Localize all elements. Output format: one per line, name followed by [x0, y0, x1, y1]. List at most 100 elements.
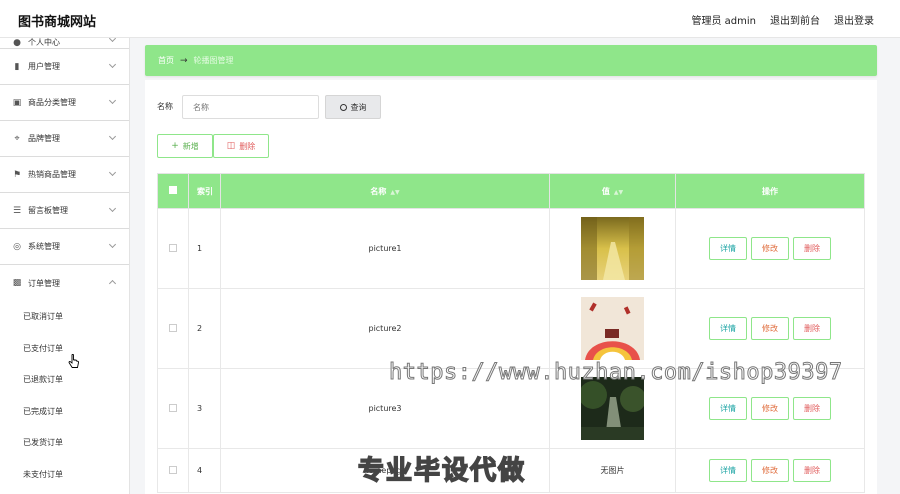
site-title: 图书商城网站	[18, 15, 97, 30]
row-select-cell	[157, 208, 189, 289]
detail-button[interactable]: 详情	[709, 237, 747, 260]
row-select-cell	[157, 368, 189, 449]
row-ops: 详情 修改 删除	[675, 288, 865, 369]
sidebar-item-guestbook[interactable]: ☰ 留言板管理	[0, 193, 129, 229]
chevron-down-icon	[108, 204, 117, 213]
picture-thumbnail[interactable]	[581, 377, 644, 440]
header-name[interactable]: 名称 ▲▼	[220, 173, 550, 209]
edit-button[interactable]: 修改	[751, 237, 789, 260]
sidebar-item-profile[interactable]: ● 个人中心	[0, 38, 129, 49]
search-button[interactable]: 查询	[325, 95, 381, 119]
watermark-url: https://www.huzhan.com/ishop39397	[389, 360, 843, 386]
table-header-row: 索引 名称 ▲▼ 值 ▲▼ 操作	[157, 173, 865, 209]
sidebar-item-label: 留言板管理	[28, 206, 68, 215]
breadcrumb: 首页 → 轮播图管理	[145, 45, 877, 76]
row-name: picture1	[220, 208, 550, 289]
submenu-paid-orders[interactable]: 已支付订单	[0, 333, 129, 365]
delete-button-label: 删除	[239, 141, 256, 151]
row-name: picture2	[220, 288, 550, 369]
picture-thumbnail[interactable]	[581, 217, 644, 280]
data-table: 索引 名称 ▲▼ 值 ▲▼ 操作 1 picture1 详情 修改 删除 2 p…	[157, 173, 865, 493]
chevron-down-icon	[108, 60, 117, 69]
circle-icon: ◎	[13, 241, 21, 252]
search-label: 名称	[157, 102, 173, 111]
sidebar-item-brands[interactable]: ⌖ 品牌管理	[0, 121, 129, 157]
logout-link[interactable]: 退出登录	[834, 12, 874, 27]
delete-button[interactable]: ◫ 删除	[213, 134, 269, 158]
select-all-checkbox[interactable]	[169, 186, 177, 194]
row-index: 2	[188, 288, 221, 369]
row-select-cell	[157, 288, 189, 369]
sidebar-item-orders[interactable]: ▩ 订单管理	[0, 265, 129, 301]
chevron-down-icon	[108, 168, 117, 177]
sidebar-item-system[interactable]: ◎ 系统管理	[0, 229, 129, 265]
edit-button[interactable]: 修改	[751, 397, 789, 420]
sidebar-item-label: 品牌管理	[28, 134, 60, 143]
chevron-down-icon	[108, 240, 117, 249]
submenu-shipped-orders[interactable]: 已发货订单	[0, 427, 129, 459]
hand-cursor-icon	[68, 354, 79, 368]
remove-button[interactable]: 删除	[793, 237, 831, 260]
submenu-refunded-orders[interactable]: 已退款订单	[0, 364, 129, 396]
arrow-right-icon: →	[180, 55, 188, 66]
search-input[interactable]	[182, 95, 319, 119]
detail-button[interactable]: 详情	[709, 397, 747, 420]
picture-thumbnail[interactable]	[581, 297, 644, 360]
inbox-icon: ▣	[12, 97, 22, 108]
chevron-up-icon	[108, 279, 117, 288]
sidebar-item-label: 热销商品管理	[28, 170, 76, 179]
detail-button[interactable]: 详情	[709, 317, 747, 340]
sidebar: ● 个人中心 ▮ 用户管理 ▣ 商品分类管理 ⌖ 品牌管理 ⚑ 热销商品管理 ☰…	[0, 38, 130, 494]
header-index: 索引	[188, 173, 221, 209]
bar-chart-icon: ▮	[14, 61, 20, 72]
crop-icon: ⌖	[14, 133, 20, 144]
person-icon: ●	[13, 38, 21, 48]
row-checkbox[interactable]	[169, 403, 177, 412]
row-ops: 详情 修改 删除	[675, 208, 865, 289]
main-panel: 名称 查询 + 新增 ◫ 删除 索引 名称▲▼ 值▲▼ 操作	[145, 80, 877, 494]
header-name-label: 名称	[370, 186, 387, 196]
add-button-label: 新增	[182, 141, 199, 151]
sidebar-item-label: 系统管理	[28, 242, 60, 251]
sidebar-item-label: 个人中心	[28, 38, 60, 47]
header-value-label: 值	[601, 186, 610, 196]
edit-button[interactable]: 修改	[751, 459, 789, 482]
chevron-down-icon	[108, 38, 117, 43]
header-ops: 操作	[675, 173, 865, 209]
remove-button[interactable]: 删除	[793, 459, 831, 482]
row-checkbox[interactable]	[169, 243, 177, 252]
row-value: 无图片	[549, 448, 676, 493]
remove-button[interactable]: 删除	[793, 317, 831, 340]
sort-icon: ▲▼	[613, 188, 624, 196]
submenu-completed-orders[interactable]: 已完成订单	[0, 396, 129, 428]
add-button[interactable]: + 新增	[157, 134, 213, 158]
edit-button[interactable]: 修改	[751, 317, 789, 340]
remove-button[interactable]: 删除	[793, 397, 831, 420]
clipboard-icon: ▩	[12, 278, 22, 288]
sidebar-item-users[interactable]: ▮ 用户管理	[0, 49, 129, 85]
chevron-down-icon	[108, 96, 117, 105]
search-icon	[339, 103, 347, 111]
row-select-cell	[157, 448, 189, 493]
row-checkbox[interactable]	[169, 323, 177, 332]
sidebar-item-hot-products[interactable]: ⚑ 热销商品管理	[0, 157, 129, 193]
sidebar-item-label: 订单管理	[28, 278, 60, 288]
sidebar-item-categories[interactable]: ▣ 商品分类管理	[0, 85, 129, 121]
row-value	[549, 288, 676, 369]
top-nav: 管理员 admin 退出到前台 退出登录	[691, 12, 874, 27]
row-checkbox[interactable]	[169, 465, 177, 474]
search-button-label: 查询	[350, 102, 367, 112]
submenu-cancelled-orders[interactable]: 已取消订单	[0, 301, 129, 333]
table-row: 1 picture1 详情 修改 删除	[157, 208, 865, 289]
top-bar: 图书商城网站 管理员 admin 退出到前台 退出登录	[0, 0, 900, 38]
detail-button[interactable]: 详情	[709, 459, 747, 482]
row-index: 4	[188, 448, 221, 493]
submenu-unpaid-orders[interactable]: 未支付订单	[0, 459, 129, 491]
exit-to-front-link[interactable]: 退出到前台	[770, 12, 820, 27]
watermark-text: 专业毕设代做	[357, 455, 527, 487]
breadcrumb-home[interactable]: 首页	[158, 55, 174, 66]
header-value[interactable]: 值 ▲▼	[549, 173, 676, 209]
breadcrumb-current: 轮播图管理	[193, 56, 234, 65]
plus-icon: +	[171, 141, 179, 151]
row-index: 3	[188, 368, 221, 449]
